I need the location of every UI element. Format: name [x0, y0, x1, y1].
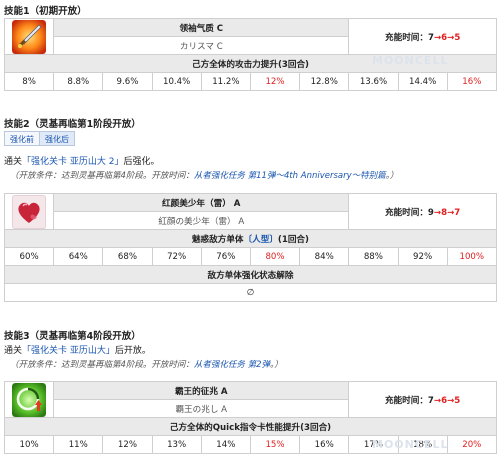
skill3-value: 11% [53, 435, 104, 454]
skill3-value: 14% [200, 435, 251, 454]
skill2-cooldown: 充能时间：9→8→7 [348, 193, 497, 230]
unlock-suffix: 后强化。 [123, 157, 160, 167]
tab-before-upgrade[interactable]: 强化前 [4, 131, 40, 146]
skill2-tabs: 强化前 强化后 [4, 131, 75, 146]
skill2-value: 92% [397, 247, 448, 266]
skill3-jp-name: 覇王の兆し A [53, 399, 350, 418]
skill1-value: 9.6% [102, 72, 153, 91]
skill2-value: 80% [249, 247, 301, 266]
condition-suffix: 。） [270, 360, 283, 370]
skill2-effect2-value: ∅ [4, 283, 497, 302]
skill3-table: 霸王的征兆 A 充能时间：7→6→5 覇王の兆し A 己方全体的Quick指令卡… [3, 381, 497, 454]
effect-suffix: (1回合) [277, 234, 309, 245]
unlock-prefix: 通关 [4, 346, 23, 356]
skill3-value: 20% [446, 435, 497, 454]
condition-prefix: （开放条件：达到灵基再临第4阶段。开放时间： [10, 171, 194, 181]
skill2-effect: 魅惑敌方单体〔人型〕(1回合) [4, 229, 497, 248]
skill1-value: 8% [3, 72, 55, 91]
skill1-jp-name: カリスマ C [53, 36, 350, 55]
skill1-value: 12.8% [299, 72, 350, 91]
skill1-value: 12% [249, 72, 301, 91]
quest-link[interactable]: 「强化关卡 亚历山大」 [22, 346, 115, 356]
condition-suffix: 。） [385, 171, 399, 181]
skill1-cd-label: 充能时间： [385, 32, 428, 43]
skill1-value: 13.6% [348, 72, 399, 91]
skill3-value: 10% [3, 435, 55, 454]
unlock-prefix: 通关 [4, 157, 23, 167]
skill3-value: 12% [102, 435, 153, 454]
skill2-value: 68% [102, 247, 153, 266]
skill3-cd-3: 5 [454, 395, 461, 406]
skill3-value: 13% [151, 435, 202, 454]
skill1-table: 领袖气质 C 充能时间：7→6→5 カリスマ C 己方全体的攻击力提升(3回合)… [3, 18, 497, 91]
skill1-icon-cell [3, 18, 55, 55]
skill3-cooldown: 充能时间：7→6→5 [348, 381, 497, 418]
skill3-icon-cell [3, 381, 55, 418]
skill2-cd-label: 充能时间： [384, 207, 428, 218]
skill1-value: 8.8% [53, 72, 104, 91]
skill2-unlock-note: 通关「强化关卡 亚历山大 2」后强化。 [4, 154, 159, 167]
skill3-effect: 己方全体的Quick指令卡性能提升(3回合) [4, 417, 497, 436]
skill2-icon-cell [3, 193, 55, 230]
skill2-name: 红颜美少年（雷） A [53, 193, 350, 212]
skill1-value: 14.4% [397, 72, 448, 91]
skill3-heading: 技能3（灵基再临第4阶段开放） [4, 331, 141, 342]
skill2-condition: （开放条件：达到灵基再临第4阶段。开放时间：从者强化任务 第11弹～4th An… [10, 169, 398, 181]
skill2-value: 88% [348, 247, 399, 266]
skill2-value: 72% [151, 247, 202, 266]
skill1-cd-3: 5 [454, 32, 461, 43]
skill3-value: 16% [299, 435, 350, 454]
quest-link[interactable]: 「强化关卡 亚历山大 2」 [22, 157, 123, 167]
skill2-value: 76% [200, 247, 251, 266]
skill2-value: 84% [299, 247, 350, 266]
skill3-value: 18% [397, 435, 448, 454]
event-link[interactable]: 从者强化任务 第11弹～4th Anniversary～特别篇 [194, 171, 386, 181]
skill3-condition: （开放条件：达到灵基再临第4阶段。开放时间：从者强化任务 第2弹。） [10, 358, 283, 370]
skill1-heading: 技能1（初期开放） [4, 6, 87, 17]
skill2-table: 红颜美少年（雷） A 充能时间：9→8→7 紅顔の美少年（雷） A 魅惑敌方单体… [3, 193, 497, 302]
skill2-value: 60% [3, 247, 55, 266]
skill1-value: 16% [446, 72, 497, 91]
skill2-cd-3: 7 [454, 207, 461, 218]
skill3-cd-label: 充能时间： [384, 395, 428, 406]
skill3-value: 17% [348, 435, 399, 454]
skill2-effect2: 敌方单体强化状态解除 [4, 265, 497, 284]
skill2-jp-name: 紅顔の美少年（雷） A [53, 211, 350, 230]
quick-up-icon[interactable] [12, 382, 47, 417]
skill3-unlock-note: 通关「强化关卡 亚历山大」后开放。 [4, 343, 151, 356]
heart-icon[interactable] [12, 194, 47, 229]
skill1-effect: 己方全体的攻击力提升(3回合) [4, 54, 497, 73]
tab-after-upgrade[interactable]: 强化后 [40, 131, 75, 146]
skill1-value: 10.4% [151, 72, 202, 91]
skill1-name: 领袖气质 C [53, 18, 350, 37]
sword-icon[interactable] [12, 19, 47, 54]
trait-link[interactable]: 〔人型〕 [244, 235, 278, 245]
skill2-value: 64% [53, 247, 104, 266]
skill3-name: 霸王的征兆 A [53, 381, 350, 400]
skill1-value: 11.2% [200, 72, 251, 91]
condition-prefix: （开放条件：达到灵基再临第4阶段。开放时间： [10, 360, 194, 370]
skill2-heading: 技能2（灵基再临第1阶段开放） [4, 119, 141, 130]
skill2-value: 100% [446, 247, 497, 266]
effect-prefix: 魅惑敌方单体 [191, 234, 244, 245]
skill1-cooldown: 充能时间：7→6→5 [348, 18, 497, 55]
unlock-suffix: 后开放。 [114, 346, 151, 356]
skill3-value: 15% [249, 435, 301, 454]
event-link[interactable]: 从者强化任务 第2弹 [194, 360, 270, 370]
